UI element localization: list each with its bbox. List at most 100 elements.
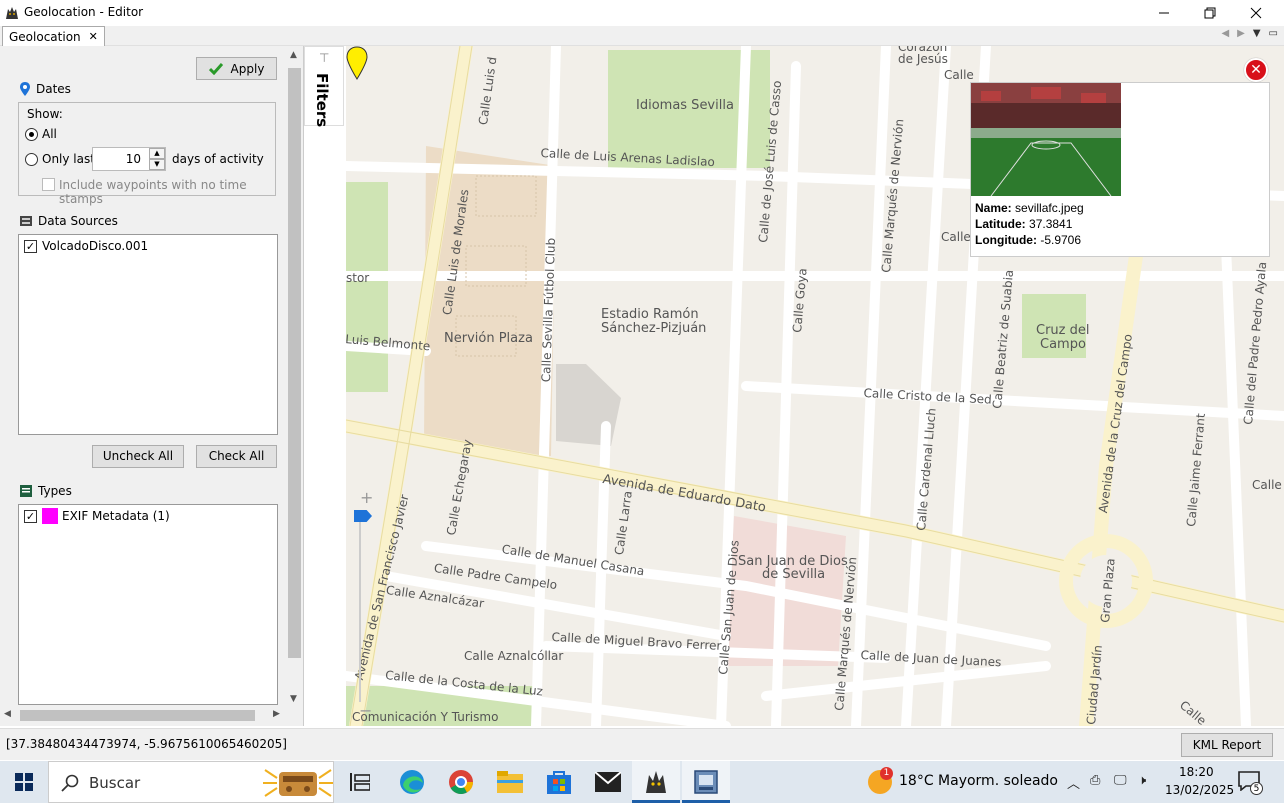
data-source-label[interactable]: VolcadoDisco.001 (42, 239, 148, 253)
vertical-scroll-thumb[interactable] (288, 68, 301, 658)
task-view-icon[interactable] (345, 767, 375, 797)
autopsy-icon[interactable] (641, 767, 671, 797)
store-icon[interactable] (544, 767, 574, 797)
tab-scroll-right-icon[interactable]: ▶ (1237, 28, 1245, 39)
all-radio-label[interactable]: All (42, 127, 57, 141)
tab-list-icon[interactable]: ▼ (1253, 28, 1261, 39)
restore-icon (1204, 7, 1216, 19)
tab-close-icon[interactable]: ✕ (89, 30, 98, 43)
dates-section-title: Dates (20, 82, 71, 96)
minimize-button[interactable] (1141, 0, 1187, 26)
type-checkbox[interactable]: ✓ (24, 510, 37, 523)
checkmark-icon (208, 62, 223, 75)
scroll-left-icon[interactable]: ◀ (4, 709, 11, 719)
popup-longitude-row: Longitude: -5.9706 (975, 233, 1081, 247)
dates-title-label: Dates (36, 82, 71, 96)
vertical-scrollbar[interactable]: ▲ ▼ (287, 48, 302, 708)
map-view[interactable]: Corazón de Jesús Calle Idiomas Sevilla C… (346, 46, 1284, 726)
network-icon[interactable]: 🖵 (1114, 773, 1127, 788)
tab-bar: Geolocation ✕ ◀ ▶ ▼ ▭ (0, 26, 1284, 46)
cursor-coordinates: [37.38480434473974, -5.96756100654602​05… (6, 737, 287, 751)
uncheck-all-button[interactable]: Uncheck All (92, 445, 184, 468)
map-label-calle-right: Calle (941, 230, 971, 244)
notification-count-badge: 5 (1250, 782, 1263, 795)
map-label-de-jesus: de Jesús (898, 52, 948, 66)
map-label-calle-top: Calle (944, 68, 974, 82)
map-label-nervion-plaza: Nervión Plaza (444, 331, 533, 346)
all-radio[interactable] (25, 128, 38, 141)
edge-icon[interactable] (397, 767, 427, 797)
tab-geolocation[interactable]: Geolocation ✕ (2, 26, 105, 46)
types-title-label: Types (38, 484, 72, 498)
popup-latitude-label: Latitude: (975, 217, 1026, 231)
only-last-radio[interactable] (25, 153, 38, 166)
search-placeholder: Buscar (89, 774, 141, 792)
check-all-button[interactable]: Check All (196, 445, 277, 468)
minimize-icon (1159, 12, 1169, 14)
weather-text[interactable]: 18°C Mayorm. soleado (899, 773, 1058, 789)
popup-close-button[interactable]: ✕ (1244, 58, 1268, 82)
tab-scroll-left-icon[interactable]: ◀ (1221, 28, 1229, 39)
zoom-out-icon[interactable]: − (359, 701, 372, 720)
map-label-cruz-campo-1: Cruz del (1036, 323, 1090, 338)
horizontal-scroll-thumb[interactable] (20, 710, 255, 721)
popup-name-value: sevillafc.jpeg (1015, 201, 1084, 215)
spinner-up-icon[interactable]: ▲ (149, 148, 165, 159)
clock-date[interactable]: 13/02/2025 (1165, 783, 1234, 797)
include-waypoints-checkbox[interactable] (42, 178, 55, 191)
days-of-activity-label: days of activity (172, 152, 264, 166)
data-source-checkbox[interactable]: ✓ (24, 240, 37, 253)
map-label-estadio-2: Sánchez-Pizjuán (601, 321, 707, 336)
taskbar-search[interactable]: Buscar (48, 761, 334, 803)
mail-icon[interactable] (593, 767, 623, 797)
filters-tab-label: Filters (313, 73, 331, 128)
database-icon (20, 216, 32, 226)
map-marker-icon[interactable] (346, 46, 368, 80)
data-sources-title-label: Data Sources (38, 214, 118, 228)
type-label[interactable]: EXIF Metadata (1) (62, 509, 170, 523)
apply-label: Apply (230, 61, 265, 76)
map-label-estadio-1: Estadio Ramón (601, 307, 699, 322)
clock-time[interactable]: 18:20 (1179, 765, 1214, 779)
filters-panel: Apply Dates Show: All Only last 10 ▲ ▼ d… (0, 46, 304, 726)
volume-muted-icon[interactable]: 🕨 (1138, 773, 1146, 788)
popup-longitude-value: -5.9706 (1040, 233, 1082, 247)
meet-now-icon[interactable]: ⎙ (1090, 773, 1100, 788)
map-label-calle-du: Calle Du (1252, 478, 1284, 492)
scroll-up-icon[interactable]: ▲ (290, 50, 297, 60)
days-spinner[interactable]: ▲ ▼ (149, 148, 165, 170)
stadium-photo (971, 83, 1121, 196)
spinner-down-icon[interactable]: ▼ (149, 159, 165, 170)
restore-button[interactable] (1187, 0, 1233, 26)
only-last-radio-label[interactable]: Only last (42, 152, 95, 166)
type-color-swatch (42, 508, 58, 524)
scroll-down-icon[interactable]: ▼ (290, 694, 297, 704)
chrome-icon[interactable] (446, 767, 476, 797)
map-label-comunicacion: Comunicación Y Turismo (352, 710, 499, 724)
popup-latitude-row: Latitude: 37.3841 (975, 217, 1072, 231)
app-logo-icon (6, 7, 18, 19)
pin-panel-icon[interactable]: ⊤ (319, 51, 329, 65)
popup-longitude-label: Longitude: (975, 233, 1037, 247)
filters-tab[interactable]: ⊤ Filters (304, 46, 344, 128)
show-label: Show: (27, 107, 63, 121)
map-label-san-juan-2: de Sevilla (762, 567, 826, 582)
zoom-track[interactable] (359, 522, 361, 702)
close-window-button[interactable] (1233, 0, 1279, 26)
virtual-machine-icon[interactable] (691, 767, 721, 797)
start-button[interactable] (0, 761, 48, 803)
apply-button[interactable]: Apply (196, 57, 277, 80)
types-list-icon (20, 485, 32, 497)
kml-report-button[interactable]: KML Report (1181, 733, 1273, 757)
data-sources-list: ✓ VolcadoDisco.001 (18, 234, 278, 435)
show-hidden-icons-icon[interactable]: ︿ (1067, 773, 1080, 792)
zoom-in-icon[interactable]: + (360, 488, 373, 507)
maximize-tab-icon[interactable]: ▭ (1269, 28, 1278, 39)
file-explorer-icon[interactable] (495, 767, 525, 797)
types-section-title: Types (20, 484, 72, 498)
location-pin-icon (20, 82, 30, 96)
horizontal-scrollbar[interactable]: ◀ ▶ (0, 708, 287, 723)
popup-name-row: Name: sevillafc.jpeg (975, 201, 1084, 215)
scroll-right-icon[interactable]: ▶ (273, 709, 280, 719)
taskbar: Buscar 1 18°C Mayorm. soleado ︿ ⎙ 🖵 🕨 18… (0, 761, 1284, 803)
